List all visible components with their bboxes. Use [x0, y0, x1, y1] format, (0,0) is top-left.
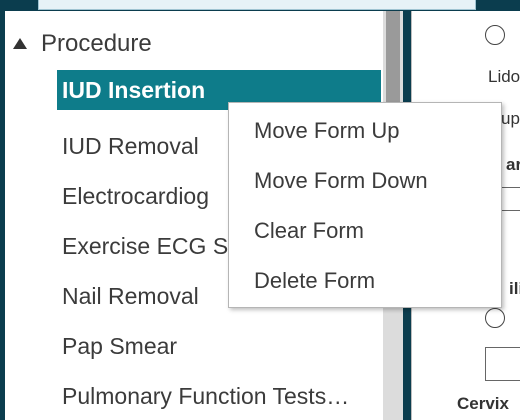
radio-option-1[interactable]	[485, 25, 505, 45]
small-input[interactable]	[501, 187, 520, 211]
tree-group-label: Procedure	[41, 30, 152, 57]
menu-item-clear-form[interactable]: Clear Form	[229, 206, 501, 256]
top-text-field[interactable]	[38, 0, 476, 10]
tree-group-procedure[interactable]: Procedure	[13, 29, 152, 59]
lido-label: Lido	[488, 67, 520, 86]
menu-item-delete-form[interactable]: Delete Form	[229, 256, 501, 306]
menu-item-move-form-down[interactable]: Move Form Down	[229, 156, 501, 206]
ili-label: ili	[509, 279, 520, 298]
menu-item-move-form-up[interactable]: Move Form Up	[229, 106, 501, 156]
tree-item-pap-smear[interactable]: Pap Smear	[57, 326, 381, 366]
collapse-triangle-icon[interactable]	[13, 37, 27, 49]
cervix-label: Cervix	[457, 394, 509, 413]
radio-option-2[interactable]	[485, 308, 505, 328]
cervix-input[interactable]	[485, 347, 520, 381]
tree-item-pulmonary-function-tests[interactable]: Pulmonary Function Tests…	[57, 376, 381, 416]
up-label: up	[501, 109, 520, 128]
ar-label: ar	[506, 155, 520, 174]
context-menu: Move Form Up Move Form Down Clear Form D…	[228, 102, 502, 308]
